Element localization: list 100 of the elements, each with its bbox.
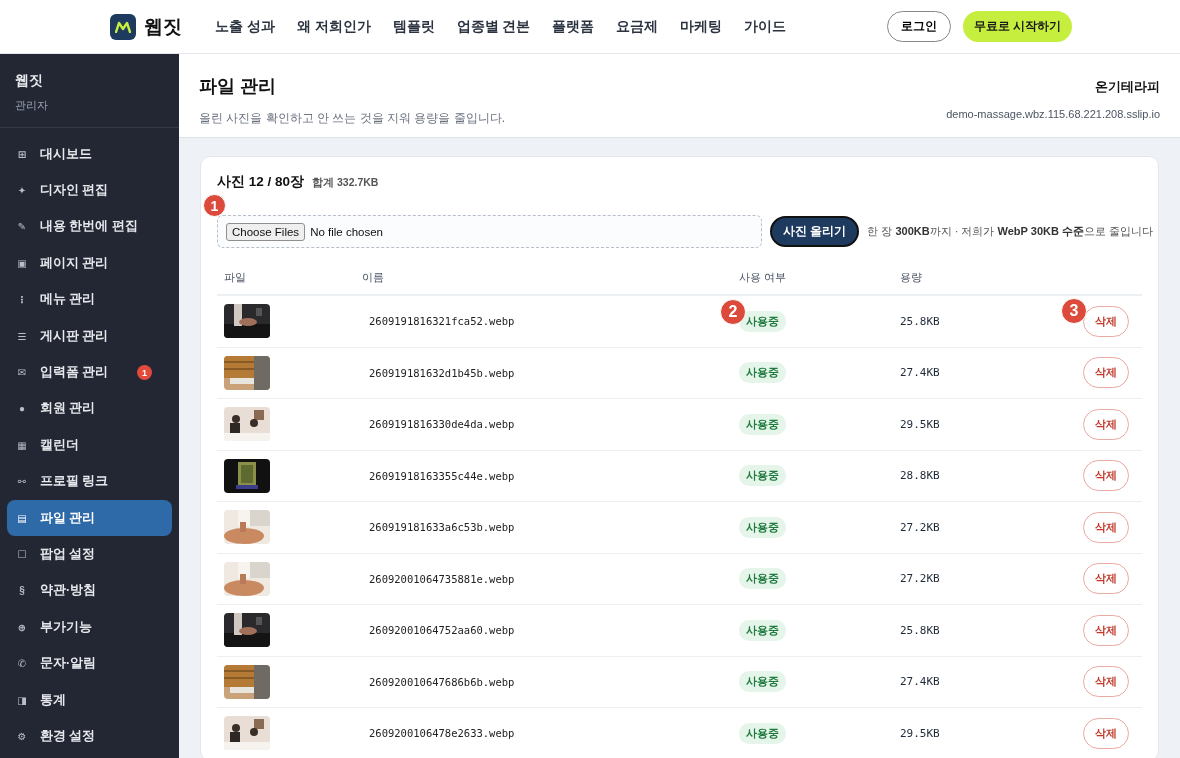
sidebar-title: 웹짓 — [15, 72, 44, 90]
sidebar-item-label: 입력폼 관리 — [40, 364, 109, 382]
delete-button[interactable]: 삭제 — [1083, 305, 1129, 337]
file-status: No file chosen — [310, 225, 383, 238]
file-size: 29.5KB — [900, 726, 940, 740]
sidebar-item[interactable]: ✉ 입력폼 관리 1 — [7, 354, 172, 391]
count-badge: 1 — [137, 365, 152, 381]
status-badge: 사용중 — [739, 362, 786, 384]
file-size: 25.8KB — [900, 314, 940, 328]
sidebar-item[interactable]: ● 회원 관리 — [7, 390, 172, 428]
menu-item-icon: ● — [16, 403, 28, 415]
status-badge: 사용중 — [739, 568, 786, 590]
sidebar-item-label: 대시보드 — [40, 145, 92, 163]
sidebar-item-label: 부가기능 — [40, 618, 92, 636]
start-free-button[interactable]: 무료로 시작하기 — [962, 11, 1072, 42]
status-badge: 사용중 — [739, 516, 786, 538]
nav-link[interactable]: 템플릿 — [381, 17, 446, 36]
file-size: 27.2KB — [900, 520, 940, 534]
menu-item-icon: ✉ — [16, 367, 28, 379]
delete-button[interactable]: 삭제 — [1083, 408, 1129, 440]
delete-button[interactable]: 삭제 — [1083, 614, 1129, 646]
step-marker: 2 — [720, 299, 746, 325]
file-name: 26092001064735881e.webp — [369, 572, 515, 585]
sidebar-item[interactable]: ◨ 통계 — [7, 681, 172, 719]
sidebar-item[interactable]: ☐ 팝업 설정 — [7, 536, 172, 573]
menu-item-icon: ⊕ — [16, 621, 28, 633]
column-header: 용량 — [893, 260, 1062, 296]
nav-link[interactable]: 요금제 — [605, 17, 670, 36]
file-size: 27.4KB — [900, 366, 940, 380]
sidebar-item[interactable]: ⚯ 프로필 링크 — [7, 463, 172, 500]
sidebar-item[interactable]: ▣ 페이지 관리 — [7, 245, 172, 282]
nav-link[interactable]: 가이드 — [733, 17, 798, 36]
sidebar-item-label: 문자·알림 — [40, 655, 97, 673]
file-name: 26092001064752aa60.webp — [369, 624, 515, 637]
delete-button[interactable]: 삭제 — [1083, 460, 1129, 492]
menu-item-icon: ⋮ — [16, 294, 28, 306]
menu-item-icon: ◨ — [16, 694, 28, 706]
photo-count: 사진 12 / 80장 — [217, 173, 305, 191]
upload-button[interactable]: 사진 올리기 — [770, 216, 860, 247]
sidebar-item[interactable]: ☰ 게시판 관리 — [7, 317, 172, 355]
status-badge: 사용중 — [739, 310, 786, 332]
file-size: 28.8KB — [900, 469, 940, 483]
status-badge: 사용중 — [739, 413, 786, 435]
file-size: 27.2KB — [900, 572, 940, 586]
file-size: 29.5KB — [900, 417, 940, 431]
nav-link[interactable]: 노출 성과 — [204, 17, 286, 36]
nav-link[interactable]: 마케팅 — [669, 17, 734, 36]
file-name: 2609191816321fca52.webp — [369, 315, 515, 328]
nav-link[interactable]: 왜 저희인가 — [285, 17, 382, 36]
file-name: 2609191816330de4da.webp — [369, 418, 515, 431]
step-marker: 3 — [1061, 298, 1087, 324]
menu-item-icon: ✎ — [16, 221, 28, 233]
sidebar-item[interactable]: ✆ 문자·알림 — [7, 645, 172, 682]
file-size: 27.4KB — [900, 675, 940, 689]
sidebar-item[interactable]: ⊕ 부가기능 — [7, 609, 172, 646]
sidebar-item[interactable]: ✦ 디자인 편집 — [7, 172, 172, 209]
file-size: 25.8KB — [900, 623, 940, 637]
upload-hint: 한 장 300KB까지 · 저희가 WebP 30KB 수준으로 줄입니다 — [867, 224, 1154, 239]
file-upload-field[interactable]: Choose Files No file chosen — [217, 215, 762, 248]
file-name: 2609200106478e2633.webp — [369, 727, 515, 740]
menu-item-icon: ☐ — [16, 549, 28, 560]
sidebar-item-label: 캘린더 — [40, 436, 79, 454]
delete-button[interactable]: 삭제 — [1083, 666, 1129, 698]
status-badge: 사용중 — [739, 619, 786, 641]
sidebar-item-label: 프로필 링크 — [40, 473, 109, 491]
sidebar-item-label: 환경 설정 — [40, 727, 96, 745]
page-title: 파일 관리 — [199, 75, 277, 98]
file-name: 260920010647686b6b.webp — [369, 675, 515, 688]
sidebar-item-label: 게시판 관리 — [40, 327, 109, 345]
site-url: demo-massage.wbz.115.68.221.208.sslip.io — [946, 108, 1160, 120]
sidebar-item[interactable]: ⋮ 메뉴 관리 — [7, 281, 172, 318]
choose-files-button[interactable]: Choose Files — [226, 222, 306, 241]
menu-item-icon: ⊞ — [16, 148, 28, 160]
sidebar-item[interactable]: ✎ 내용 한번에 편집 — [7, 208, 172, 246]
page-subtitle: 올린 사진을 확인하고 안 쓰는 것을 지워 용량을 줄입니다. — [199, 110, 505, 127]
sidebar-item-label: 메뉴 관리 — [40, 291, 96, 309]
sidebar-item-label: 통계 — [40, 691, 66, 709]
login-button[interactable]: 로그인 — [886, 11, 951, 42]
logo-icon[interactable] — [110, 13, 136, 40]
menu-item-icon: ✦ — [16, 185, 28, 197]
status-badge: 사용중 — [739, 722, 786, 744]
sidebar-item[interactable]: ▤ 파일 관리 — [7, 499, 172, 537]
sidebar-item-label: 페이지 관리 — [40, 254, 109, 272]
sidebar-item-label: 회원 관리 — [40, 400, 96, 418]
sidebar-item-label: 파일 관리 — [40, 509, 96, 527]
brand-name: 웹짓 — [144, 14, 182, 39]
site-name: 온기테라피 — [1095, 79, 1160, 96]
sidebar-item[interactable]: § 약관·방침 — [7, 572, 172, 610]
delete-button[interactable]: 삭제 — [1083, 563, 1129, 595]
delete-button[interactable]: 삭제 — [1083, 357, 1129, 389]
delete-button[interactable]: 삭제 — [1083, 511, 1129, 543]
nav-link[interactable]: 업종별 견본 — [445, 17, 542, 36]
sidebar-item[interactable]: ⊞ 대시보드 — [7, 136, 172, 173]
sidebar-item[interactable]: ⚙ 환경 설정 — [7, 718, 172, 755]
nav-link[interactable]: 플랫폼 — [541, 17, 606, 36]
menu-item-icon: ⚯ — [16, 476, 28, 488]
menu-item-icon: ▣ — [16, 257, 28, 269]
sidebar-item[interactable]: ▦ 캘린더 — [7, 427, 172, 464]
delete-button[interactable]: 삭제 — [1083, 717, 1129, 749]
menu-item-icon: ✆ — [16, 658, 28, 670]
